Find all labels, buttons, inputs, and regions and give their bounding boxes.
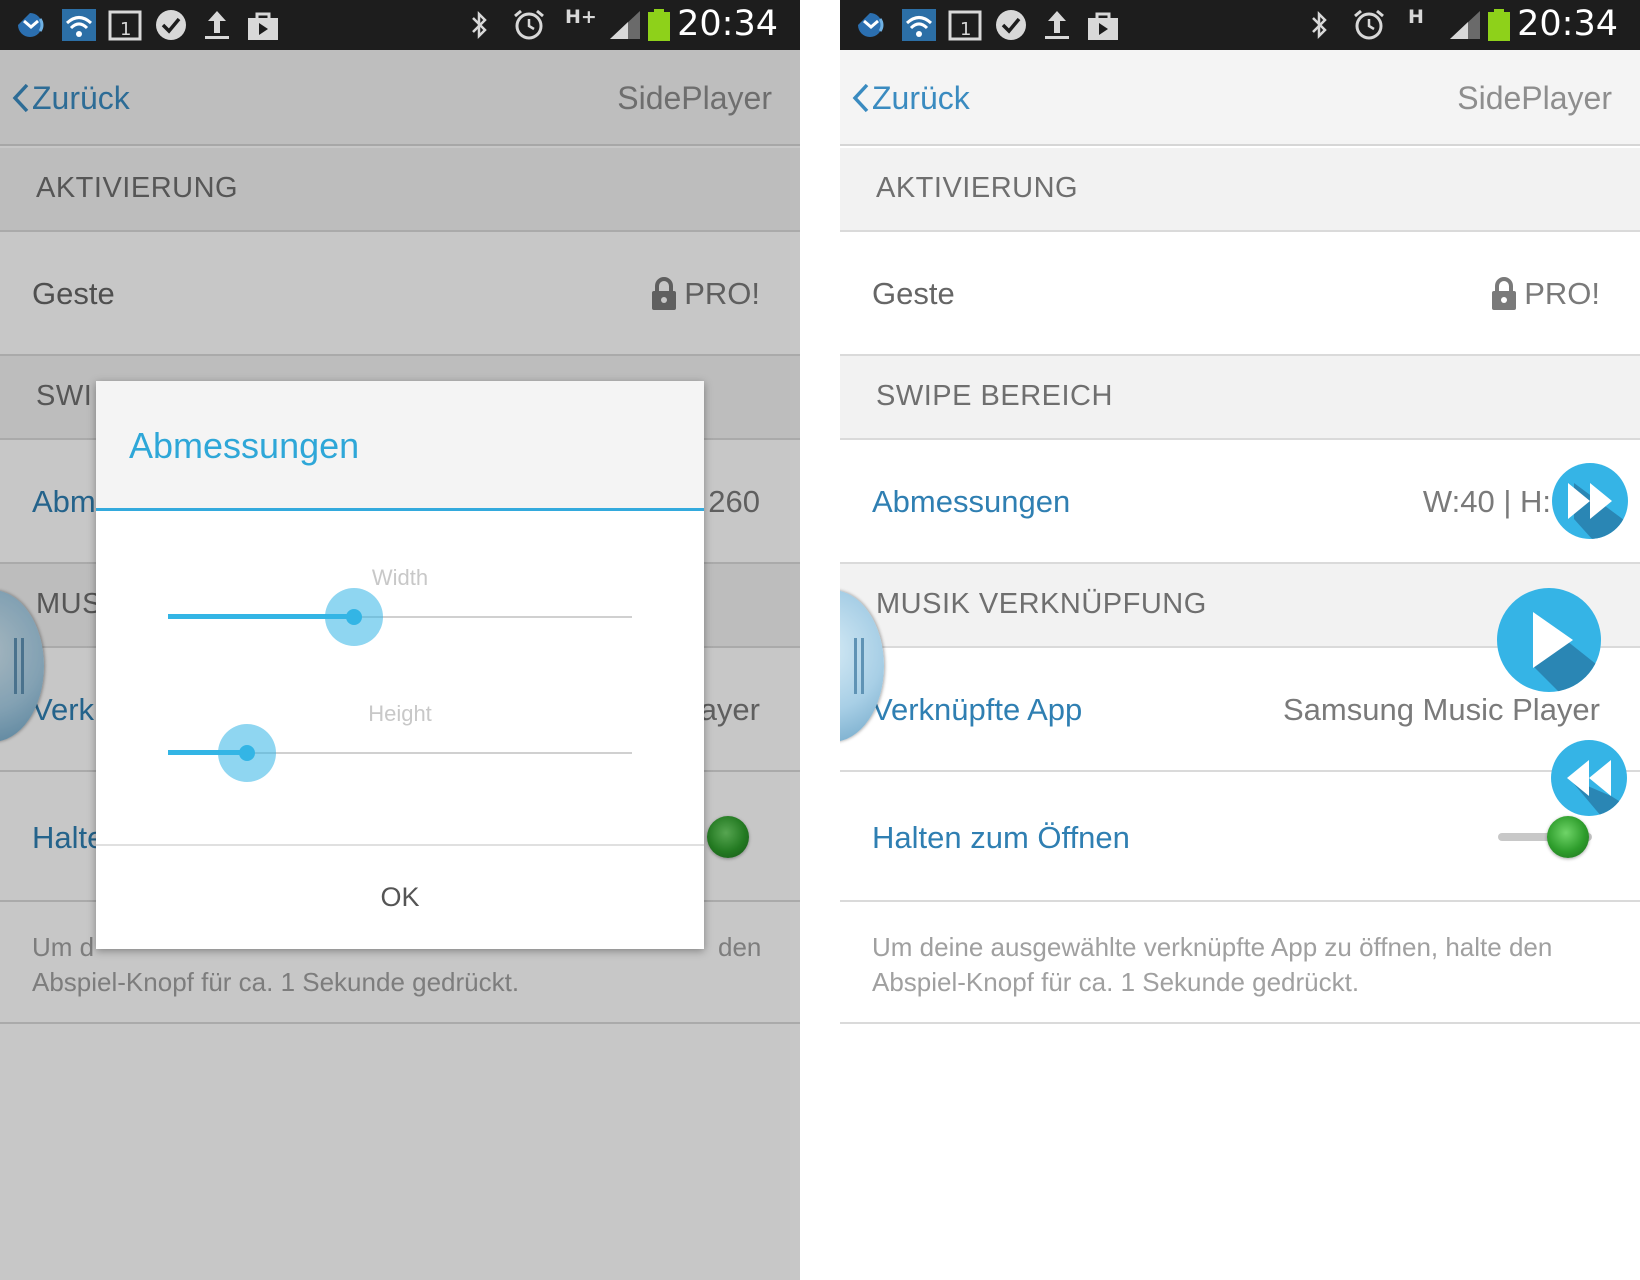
ok-button[interactable]: OK [96, 846, 704, 949]
setting-gesture[interactable]: Geste PRO! [840, 232, 1640, 356]
wifi-notification-icon [62, 9, 96, 41]
battery-icon [648, 9, 670, 41]
left-screen: 1 H+ 20:34 Zurück SidePlayer AKTIVIERUNG… [0, 0, 800, 1280]
section-title: AKTIVIERUNG [876, 172, 1079, 204]
height-slider[interactable] [168, 724, 632, 782]
store-icon [248, 12, 278, 40]
height-slider-thumb[interactable] [218, 724, 276, 782]
lock-icon [1492, 277, 1516, 310]
bluetooth-icon [472, 10, 487, 40]
fast-forward-button[interactable] [1552, 463, 1628, 539]
width-slider-thumb[interactable] [325, 588, 383, 646]
hold-toggle-knob[interactable] [1547, 816, 1589, 858]
play-button[interactable] [1497, 588, 1601, 692]
section-title: MUSIK VERKNÜPFUNG [876, 588, 1207, 620]
play-icon [1533, 612, 1601, 692]
setting-value: W:40 | H: [1422, 484, 1551, 519]
back-label: Zurück [872, 79, 970, 116]
dialog-header: Abmessungen [96, 381, 704, 511]
rewind-button[interactable] [1551, 740, 1627, 816]
wifi-notification-icon [902, 9, 936, 41]
setting-value: Samsung Music Player [1282, 692, 1600, 727]
section-swipe-area: SWIPE BEREICH [840, 356, 1640, 440]
setting-dimensions[interactable]: Abmessungen W:40 | H: [840, 440, 1640, 564]
chevron-left-icon [852, 83, 869, 113]
width-slider[interactable] [168, 588, 632, 646]
back-button[interactable]: Zurück [852, 76, 970, 120]
mail-notification-icon [18, 13, 44, 37]
setting-label: Halten zum Öffnen [872, 820, 1130, 855]
check-icon [156, 10, 186, 40]
dimensions-dialog: Abmessungen Width Height OK [96, 381, 704, 949]
store-icon [1088, 12, 1118, 40]
network-type-label: H+ [565, 6, 597, 28]
hint-text: Um deine ausgewählte verknüpfte App zu ö… [872, 932, 1553, 997]
height-slider-label: Height [368, 701, 432, 726]
right-screen: 1 H 20:34 Zurück SidePlayer AKTIVIERUNG … [840, 0, 1640, 1280]
svg-text:1: 1 [960, 19, 971, 40]
upload-icon [1045, 11, 1069, 39]
calendar-icon: 1 [108, 10, 142, 41]
status-time: 20:34 [677, 4, 778, 44]
network-type-label: H [1408, 6, 1424, 28]
check-icon [996, 10, 1026, 40]
setting-label: Verknüpfte App [872, 692, 1083, 727]
setting-value: PRO! [1524, 276, 1600, 311]
setting-label: Geste [872, 276, 955, 311]
fast-forward-icon [1568, 483, 1628, 539]
svg-text:1: 1 [120, 19, 131, 40]
mail-notification-icon [858, 13, 884, 37]
section-activation: AKTIVIERUNG [840, 148, 1640, 232]
alarm-icon [514, 9, 544, 40]
section-title: SWIPE BEREICH [876, 380, 1113, 412]
hint-text-block: Um deine ausgewählte verknüpfte App zu ö… [840, 902, 1640, 1024]
signal-icon [610, 11, 640, 39]
signal-icon [1450, 11, 1480, 39]
width-slider-label: Width [371, 565, 429, 590]
status-bar: 1 H 20:34 [840, 0, 1640, 50]
setting-label: Abmessungen [872, 484, 1071, 519]
dialog-title: Abmessungen [129, 425, 360, 466]
upload-icon [205, 11, 229, 39]
status-time: 20:34 [1517, 4, 1618, 44]
bluetooth-icon [1312, 10, 1327, 40]
app-title: SidePlayer [1457, 80, 1612, 116]
setting-hold-to-open[interactable]: Halten zum Öffnen [840, 772, 1640, 902]
status-bar: 1 H+ 20:34 [0, 0, 800, 50]
battery-icon [1488, 9, 1510, 41]
calendar-icon: 1 [948, 10, 982, 41]
alarm-icon [1354, 9, 1384, 40]
rewind-icon [1567, 760, 1627, 816]
action-bar: Zurück SidePlayer [840, 50, 1640, 146]
